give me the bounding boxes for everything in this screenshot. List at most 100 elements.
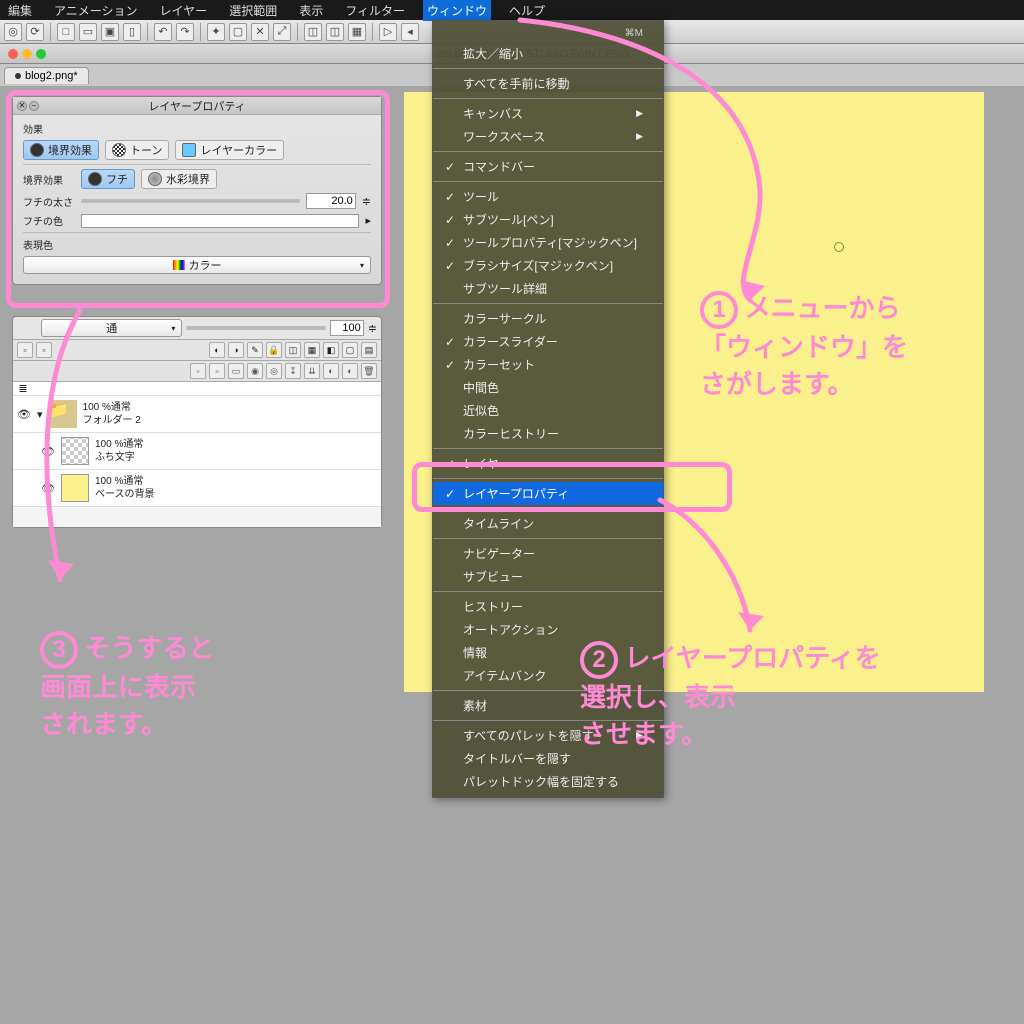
opacity-input[interactable] [330, 320, 364, 336]
toolbar-icon[interactable]: ▦ [348, 23, 366, 41]
open-icon[interactable]: ▭ [79, 23, 97, 41]
menu-item[interactable]: サブツール詳細 [433, 277, 663, 300]
blend-mode-dropdown[interactable]: 通 [41, 319, 182, 337]
menu-item[interactable]: 素材 [433, 694, 663, 717]
menu-アニメーション[interactable]: アニメーション [50, 0, 142, 21]
menu-item[interactable]: ✓ツールプロパティ[マジックペン] [433, 231, 663, 254]
layer-row[interactable]: 👁 ▾ 📁 100 %通常フォルダー 2 [13, 396, 381, 433]
thickness-input[interactable] [306, 193, 356, 209]
transfer-icon[interactable]: ↧ [285, 363, 301, 379]
document-tab[interactable]: blog2.png* [4, 67, 89, 84]
new-layer-icon[interactable]: ▫ [209, 363, 225, 379]
layer-icon[interactable]: ◎ [266, 363, 282, 379]
menu-item[interactable]: オートアクション [433, 618, 663, 641]
menu-item[interactable]: 拡大／縮小 [433, 42, 663, 65]
redo-icon[interactable]: ↷ [176, 23, 194, 41]
menu-item[interactable]: ✓カラーセット [433, 353, 663, 376]
layer-row[interactable]: 👁 100 %通常ベースの背景 [13, 470, 381, 507]
menu-item[interactable]: パレットドック幅を固定する [433, 770, 663, 793]
menu-編集[interactable]: 編集 [4, 0, 36, 21]
edge-color-picker[interactable] [81, 214, 359, 228]
layer-icon[interactable]: ▦ [304, 342, 320, 358]
menu-item[interactable]: サブビュー [433, 565, 663, 588]
option-tone[interactable]: トーン [105, 140, 169, 160]
menu-item[interactable]: ナビゲーター [433, 542, 663, 565]
option-layer-color[interactable]: レイヤーカラー [175, 140, 284, 160]
layer-icon[interactable]: ▫ [36, 342, 52, 358]
menu-item[interactable]: ✓カラースライダー [433, 330, 663, 353]
save-icon[interactable]: ▣ [101, 23, 119, 41]
new-icon[interactable]: □ [57, 23, 75, 41]
option-watercolor[interactable]: 水彩境界 [141, 169, 217, 189]
toolbar-icon[interactable]: ✕ [251, 23, 269, 41]
menu-item[interactable]: ✓ツール [433, 185, 663, 208]
panel-header[interactable]: ✕− レイヤープロパティ [13, 97, 381, 115]
option-edge[interactable]: フチ [81, 169, 135, 189]
toolbar-icon[interactable]: ◫ [326, 23, 344, 41]
layer-icon[interactable]: ◐ [209, 342, 225, 358]
stepper-icon[interactable]: ≑ [362, 195, 371, 208]
lock-icon[interactable]: 🔒 [266, 342, 282, 358]
option-border-effect[interactable]: 境界効果 [23, 140, 99, 160]
menu-item[interactable]: ✓レイヤー [433, 452, 663, 475]
stepper-icon[interactable]: ≑ [368, 322, 377, 335]
layer-icon[interactable]: ▢ [342, 342, 358, 358]
menu-レイヤー[interactable]: レイヤー [156, 0, 212, 21]
menu-item[interactable]: ヒストリー [433, 595, 663, 618]
layer-icon[interactable]: ▫ [17, 342, 33, 358]
expression-dropdown[interactable]: カラー [23, 256, 371, 274]
menu-ウィンドウ[interactable]: ウィンドウ [423, 0, 491, 21]
toolbar-icon[interactable]: ◂ [401, 23, 419, 41]
menu-item[interactable]: ✓コマンドバー [433, 155, 663, 178]
menu-item[interactable]: 情報 [433, 641, 663, 664]
merge-icon[interactable]: ⇊ [304, 363, 320, 379]
opacity-slider[interactable] [186, 326, 325, 330]
menu-ヘルプ[interactable]: ヘルプ [505, 0, 549, 21]
close-icon[interactable] [8, 49, 18, 59]
menu-item[interactable]: カラーサークル [433, 307, 663, 330]
toolbar-icon[interactable]: ▯ [123, 23, 141, 41]
menu-item[interactable]: ✓レイヤープロパティ [433, 482, 663, 505]
menu-item[interactable]: すべてを手前に移動 [433, 72, 663, 95]
new-folder-icon[interactable]: ▭ [228, 363, 244, 379]
layer-icon[interactable]: ◉ [247, 363, 263, 379]
visibility-icon[interactable]: 👁 [41, 445, 55, 458]
menu-item[interactable]: キャンバス▶ [433, 102, 663, 125]
menu-item[interactable]: アイテムバンク [433, 664, 663, 687]
visibility-icon[interactable]: 👁 [17, 408, 31, 421]
panel-close-icon[interactable]: ✕ [17, 101, 27, 111]
toolbar-icon[interactable]: ▢ [229, 23, 247, 41]
layer-icon[interactable]: ◫ [285, 342, 301, 358]
maximize-icon[interactable] [36, 49, 46, 59]
trash-icon[interactable]: 🗑 [361, 363, 377, 379]
menu-item[interactable]: すべてのパレットを隠す▶ [433, 724, 663, 747]
menu-item[interactable]: ✓サブツール[ペン] [433, 208, 663, 231]
toolbar-icon[interactable]: ⟳ [26, 23, 44, 41]
menu-item[interactable]: タイムライン [433, 512, 663, 535]
layer-icon[interactable]: ▤ [361, 342, 377, 358]
new-layer-icon[interactable]: ▫ [190, 363, 206, 379]
layer-icon[interactable]: ✎ [247, 342, 263, 358]
window-menu[interactable]: ⌘M 拡大／縮小すべてを手前に移動キャンバス▶ワークスペース▶✓コマンドバー✓ツ… [432, 20, 664, 798]
menu-表示[interactable]: 表示 [295, 0, 327, 21]
menu-item[interactable]: タイトルバーを隠す [433, 747, 663, 770]
menu-item[interactable]: ✓ブラシサイズ[マジックペン] [433, 254, 663, 277]
menu-フィルター[interactable]: フィルター [341, 0, 409, 21]
minimize-icon[interactable] [22, 49, 32, 59]
toolbar-icon[interactable]: ▷ [379, 23, 397, 41]
toolbar-icon[interactable]: ◫ [304, 23, 322, 41]
expand-icon[interactable]: ▾ [37, 408, 43, 421]
menubar[interactable]: 編集アニメーションレイヤー選択範囲表示フィルターウィンドウヘルプ [0, 0, 1024, 20]
layers-icon[interactable]: ≣ [13, 382, 33, 395]
toolbar-icon[interactable]: ✦ [207, 23, 225, 41]
visibility-icon[interactable]: 👁 [41, 482, 55, 495]
layer-icon[interactable]: ◧ [323, 342, 339, 358]
layer-icon[interactable]: ◐ [342, 363, 358, 379]
arrow-icon[interactable]: ▸ [365, 214, 371, 227]
menu-item[interactable]: カラーヒストリー [433, 422, 663, 445]
thickness-slider[interactable] [81, 199, 300, 203]
menu-item[interactable]: ワークスペース▶ [433, 125, 663, 148]
toolbar-icon[interactable]: ⤢ [273, 23, 291, 41]
toolbar-icon[interactable]: ◎ [4, 23, 22, 41]
panel-min-icon[interactable]: − [29, 101, 39, 111]
